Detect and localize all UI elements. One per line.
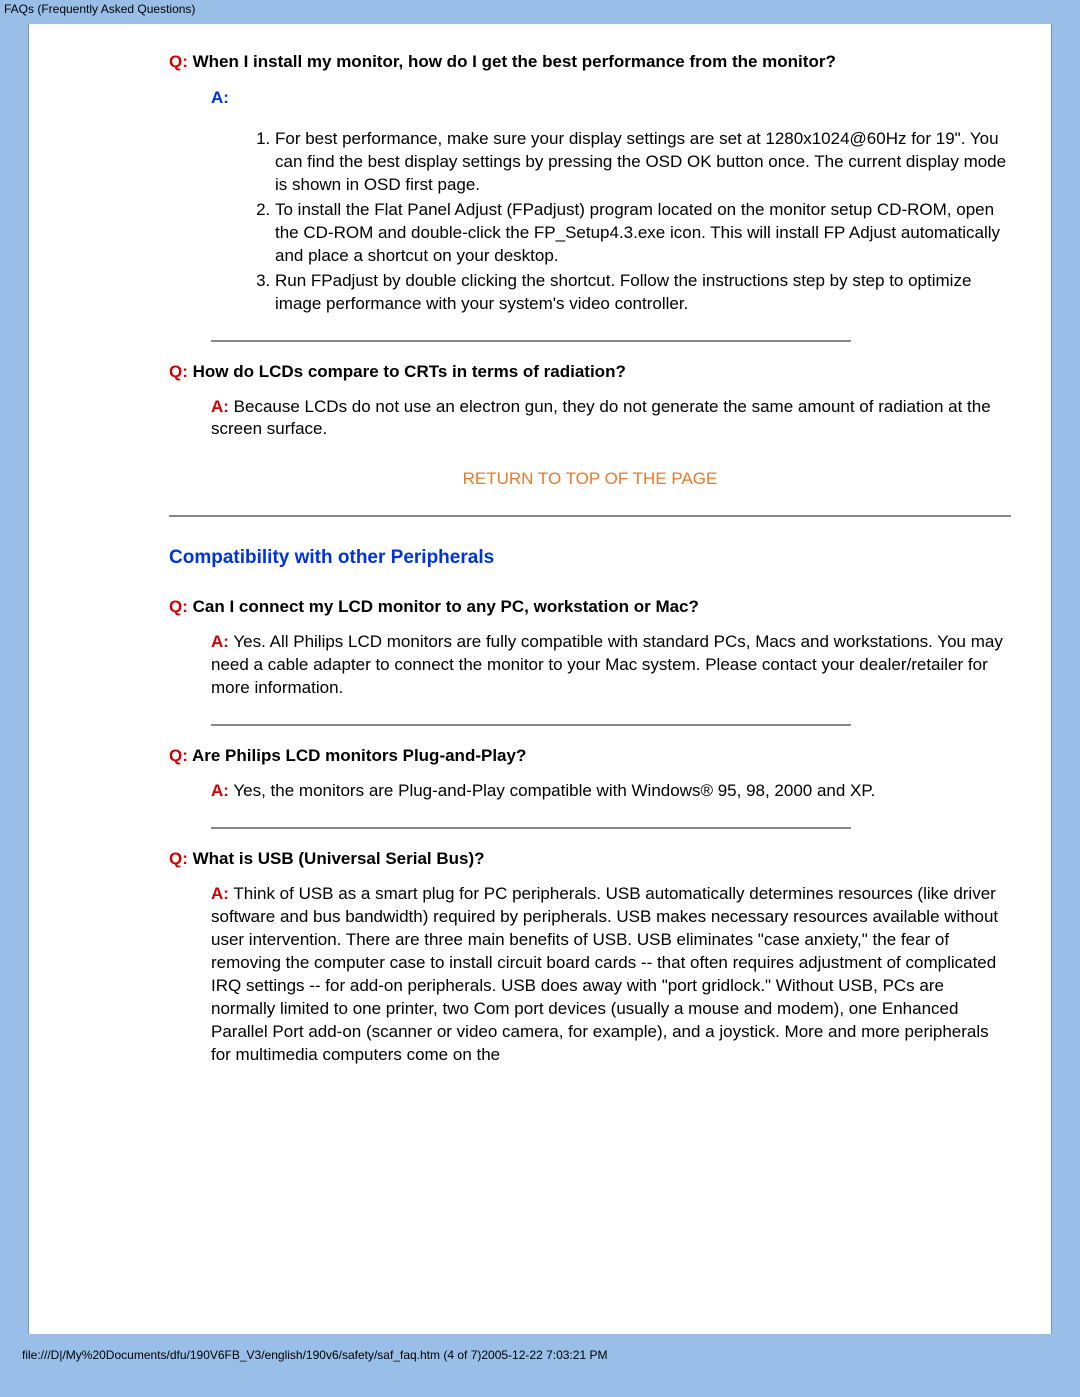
faq-steps-list: For best performance, make sure your dis… [245, 128, 1011, 316]
content-area: Q: When I install my monitor, how do I g… [169, 24, 1011, 1077]
q-text: When I install my monitor, how do I get … [188, 52, 836, 71]
faq-question: Q: Are Philips LCD monitors Plug-and-Pla… [169, 746, 1011, 766]
q-text: How do LCDs compare to CRTs in terms of … [188, 362, 626, 381]
faq-question: Q: When I install my monitor, how do I g… [169, 52, 1011, 72]
q-text: What is USB (Universal Serial Bus)? [188, 849, 485, 868]
q-label: Q: [169, 52, 188, 71]
a-label: A: [211, 884, 229, 903]
return-to-top-link[interactable]: RETURN TO TOP OF THE PAGE [169, 469, 1011, 489]
q-text: Are Philips LCD monitors Plug-and-Play? [188, 746, 526, 765]
faq-answer-label: A: [211, 88, 1011, 108]
document-page: Q: When I install my monitor, how do I g… [28, 24, 1052, 1334]
faq-answer: A: Think of USB as a smart plug for PC p… [211, 883, 1011, 1067]
a-text: Yes. All Philips LCD monitors are fully … [211, 632, 1003, 697]
a-label: A: [211, 632, 229, 651]
q-text: Can I connect my LCD monitor to any PC, … [188, 597, 699, 616]
q-label: Q: [169, 597, 188, 616]
faq-step: To install the Flat Panel Adjust (FPadju… [275, 199, 1011, 268]
faq-answer: A: Because LCDs do not use an electron g… [211, 396, 1011, 442]
footer-path: file:///D|/My%20Documents/dfu/190V6FB_V3… [0, 1334, 1080, 1366]
q-label: Q: [169, 849, 188, 868]
a-text: Yes, the monitors are Plug-and-Play comp… [229, 781, 875, 800]
outer-frame: Q: When I install my monitor, how do I g… [28, 24, 1052, 1334]
faq-question: Q: Can I connect my LCD monitor to any P… [169, 597, 1011, 617]
divider [211, 724, 851, 726]
divider [211, 827, 851, 829]
faq-question: Q: How do LCDs compare to CRTs in terms … [169, 362, 1011, 382]
faq-step: Run FPadjust by double clicking the shor… [275, 270, 1011, 316]
a-label: A: [211, 397, 229, 416]
divider [211, 340, 851, 342]
faq-step: For best performance, make sure your dis… [275, 128, 1011, 197]
q-label: Q: [169, 362, 188, 381]
faq-answer: A: Yes, the monitors are Plug-and-Play c… [211, 780, 1011, 803]
a-label: A: [211, 88, 229, 107]
page-header-path: FAQs (Frequently Asked Questions) [0, 0, 1080, 18]
faq-question: Q: What is USB (Universal Serial Bus)? [169, 849, 1011, 869]
q-label: Q: [169, 746, 188, 765]
section-heading: Compatibility with other Peripherals [169, 547, 1011, 569]
a-text: Think of USB as a smart plug for PC peri… [211, 884, 998, 1064]
a-text: Because LCDs do not use an electron gun,… [211, 397, 991, 439]
a-label: A: [211, 781, 229, 800]
section-divider [169, 515, 1011, 517]
faq-answer: A: Yes. All Philips LCD monitors are ful… [211, 631, 1011, 700]
